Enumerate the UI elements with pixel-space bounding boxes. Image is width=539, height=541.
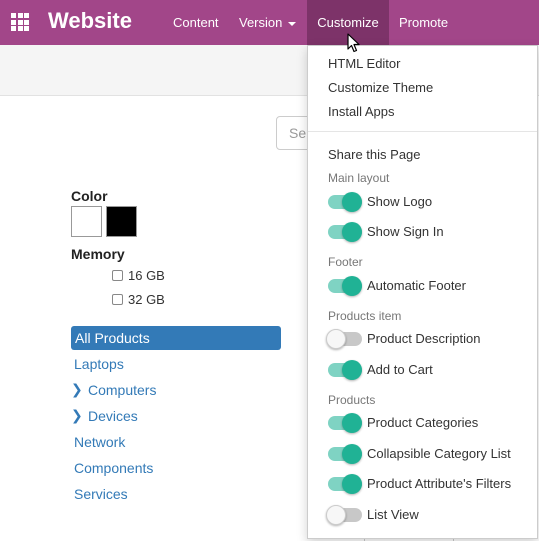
toggle-switch[interactable] (328, 444, 362, 464)
category-services[interactable]: Services (74, 486, 128, 502)
menu-share-page[interactable]: Share this Page (328, 147, 421, 162)
menu-header-main-layout: Main layout (328, 171, 390, 185)
menu-divider (308, 131, 537, 132)
menu-install-apps[interactable]: Install Apps (328, 104, 395, 119)
nav-promote[interactable]: Promote (399, 0, 448, 45)
customize-dropdown-menu: HTML Editor Customize Theme Install Apps… (307, 45, 538, 539)
toggle-label: Product Attribute's Filters (367, 476, 512, 491)
caret-down-icon (288, 21, 297, 26)
toggle-label: Show Logo (367, 194, 433, 209)
color-swatch-white[interactable] (71, 206, 102, 237)
category-computers[interactable]: Computers (88, 382, 156, 398)
nav-version-label: Version (239, 15, 283, 30)
toggle-label: Show Sign In (367, 224, 444, 239)
toggle-label: Add to Cart (367, 362, 433, 377)
memory-filter-title: Memory (71, 246, 125, 262)
toggle-switch[interactable] (328, 474, 362, 494)
mouse-cursor-icon (347, 33, 360, 53)
toggle-label: Product Description (367, 331, 481, 346)
category-devices[interactable]: Devices (88, 408, 138, 424)
nav-version[interactable]: Version (239, 0, 297, 45)
color-swatch-black[interactable] (106, 206, 137, 237)
category-laptops[interactable]: Laptops (74, 356, 124, 372)
toggle-switch[interactable] (328, 192, 362, 212)
category-components[interactable]: Components (74, 460, 153, 476)
toggle-switch[interactable] (326, 329, 362, 349)
menu-html-editor[interactable]: HTML Editor (328, 56, 400, 71)
toggle-switch[interactable] (326, 505, 362, 525)
category-network[interactable]: Network (74, 434, 125, 450)
menu-header-footer: Footer (328, 255, 363, 269)
chevron-right-icon[interactable]: ❯ (71, 381, 83, 398)
checkbox[interactable] (112, 270, 123, 281)
memory-option-label: 16 GB (128, 268, 165, 283)
brand-title[interactable]: Website (48, 8, 132, 34)
menu-header-products-item: Products item (328, 309, 402, 323)
toggle-label: Collapsible Category List (367, 446, 511, 461)
toggle-switch[interactable] (328, 413, 362, 433)
toggle-label: List View (367, 507, 419, 522)
nav-content[interactable]: Content (173, 0, 219, 45)
apps-grid-icon[interactable] (11, 13, 29, 31)
toggle-switch[interactable] (328, 276, 362, 296)
memory-option-32gb[interactable]: 32 GB (112, 292, 165, 307)
toggle-switch[interactable] (328, 360, 362, 380)
color-filter-title: Color (71, 188, 108, 204)
toggle-label: Automatic Footer (367, 278, 466, 293)
memory-option-16gb[interactable]: 16 GB (112, 268, 165, 283)
menu-customize-theme[interactable]: Customize Theme (328, 80, 433, 95)
menu-header-products: Products (328, 393, 376, 407)
checkbox[interactable] (112, 294, 123, 305)
chevron-right-icon[interactable]: ❯ (71, 407, 83, 424)
memory-option-label: 32 GB (128, 292, 165, 307)
top-navbar: Website Content Version Customize Promot… (0, 0, 539, 45)
toggle-label: Product Categories (367, 415, 479, 430)
category-all-products[interactable]: All Products (71, 326, 281, 350)
toggle-switch[interactable] (328, 222, 362, 242)
